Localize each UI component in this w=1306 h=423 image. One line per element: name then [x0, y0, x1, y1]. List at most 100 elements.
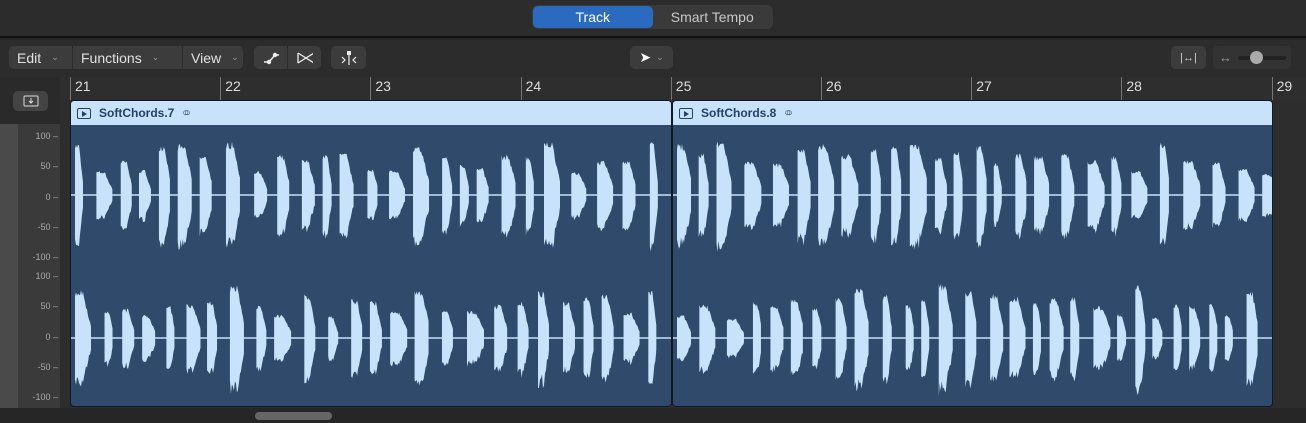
waveform-burst [699, 305, 715, 375]
top-bar: Track Smart Tempo [0, 0, 1306, 38]
waveform-burst [415, 291, 429, 386]
waveform-burst [1010, 296, 1026, 378]
waveform-burst [990, 294, 1003, 382]
tab-smart-tempo[interactable]: Smart Tempo [653, 6, 773, 28]
waveform-burst [1088, 160, 1105, 233]
waveform-burst [883, 294, 892, 384]
waveform-burst [1050, 298, 1064, 382]
waveform-burst [159, 146, 170, 247]
tab-track[interactable]: Track [533, 6, 653, 28]
stereo-icon: ○○ [182, 107, 185, 119]
horizontal-scrollbar[interactable] [255, 412, 332, 420]
waveform-burst [328, 316, 338, 361]
waveform-burst [1061, 154, 1074, 240]
waveform-burst [302, 160, 315, 232]
waveform-burst [254, 171, 267, 218]
collapse-track-button[interactable] [13, 91, 48, 111]
waveform-burst [855, 289, 869, 392]
waveform-burst [122, 309, 134, 369]
scale-label: 0 – [18, 192, 58, 202]
menu-group: Edit⌄ Functions⌄ View⌄ [9, 46, 243, 69]
waveform-burst [277, 155, 289, 237]
horizontal-zoom: ↔ [1213, 46, 1291, 69]
waveform-burst [921, 300, 929, 377]
waveform-burst [584, 297, 594, 377]
tool-group [254, 46, 321, 69]
view-menu[interactable]: View⌄ [183, 46, 243, 69]
waveform-burst [207, 301, 217, 373]
waveform-burst [389, 170, 405, 219]
bar-number: 26 [821, 77, 842, 100]
crossfade-icon [296, 51, 313, 65]
scale-label: 0 – [18, 332, 58, 342]
edit-menu[interactable]: Edit⌄ [9, 46, 73, 69]
zoom-horizontal-icon: ↔ [1219, 50, 1232, 65]
automation-button[interactable] [254, 46, 288, 69]
waveform-burst [370, 301, 382, 375]
waveform-burst [648, 291, 656, 384]
audio-region[interactable]: SoftChords.8○○ [672, 100, 1273, 407]
bar-ruler[interactable]: 212223242526272829 [60, 77, 1306, 100]
waveform-burst [818, 144, 834, 246]
play-icon [679, 108, 693, 119]
region-header: SoftChords.7○○ [71, 101, 671, 125]
waveform-burst [812, 308, 821, 369]
audio-region[interactable]: SoftChords.7○○ [70, 100, 672, 407]
fit-horizontal-button[interactable]: |↔| [1171, 46, 1206, 69]
bar-number: 24 [521, 77, 542, 100]
waveform-burst [1183, 161, 1200, 230]
bar-number: 28 [1121, 77, 1142, 100]
waveform-burst [477, 168, 489, 222]
bar-number: 27 [971, 77, 992, 100]
waveform-burst [442, 311, 453, 366]
waveform-burst [1034, 156, 1049, 235]
waveform-burst [186, 304, 200, 374]
waveform-burst [467, 311, 484, 367]
waveform-burst [965, 292, 976, 389]
waveform-burst [256, 306, 266, 372]
waveform-burst [994, 163, 1002, 227]
waveform-burst [1239, 169, 1255, 222]
waveform-burst [274, 315, 291, 362]
waveform-burst [526, 156, 534, 236]
waveform-burst [1015, 154, 1026, 240]
crossfade-button[interactable] [288, 46, 321, 69]
waveform-burst [1131, 171, 1147, 219]
waveform-burst [699, 153, 709, 237]
waveform-burst [836, 298, 847, 380]
edit-label: Edit [17, 50, 41, 66]
waveform-burst [1152, 318, 1162, 360]
waveform-burst [323, 155, 332, 239]
scale-label: -100 – [18, 392, 58, 402]
waveform-burst [891, 146, 901, 245]
waveform-burst [121, 161, 132, 230]
fit-horizontal-icon: |↔| [1180, 52, 1197, 64]
flex-button[interactable] [331, 46, 366, 69]
bar-number: 21 [70, 77, 91, 100]
waveform-burst [677, 315, 691, 361]
waveform-burst [1209, 304, 1217, 371]
scale-label: 100 – [18, 271, 58, 281]
waveform-burst [178, 144, 192, 250]
waveform-burst [75, 290, 91, 386]
functions-menu[interactable]: Functions⌄ [73, 46, 183, 69]
zoom-slider-thumb[interactable] [1250, 51, 1263, 64]
chevron-down-icon: ⌄ [152, 52, 160, 63]
waveform-burst [304, 294, 315, 383]
collapse-track-icon [23, 95, 39, 107]
waveform-burst [166, 306, 174, 369]
region-header: SoftChords.8○○ [673, 101, 1272, 125]
waveform-burst [139, 170, 151, 222]
waveform [673, 125, 1273, 407]
waveform-burst [1247, 291, 1258, 386]
waveform-burst [910, 145, 927, 250]
waveform-burst [623, 161, 636, 231]
waveform-burst [200, 157, 212, 237]
waveform-burst [442, 157, 452, 235]
waveform-burst [871, 149, 881, 244]
waveform-burst [1111, 156, 1121, 237]
pointer-tool-menu[interactable]: ➤⌄ [630, 46, 673, 69]
view-label: View [191, 50, 221, 66]
scale-label: -50 – [18, 222, 58, 232]
waveform-burst [798, 149, 811, 246]
